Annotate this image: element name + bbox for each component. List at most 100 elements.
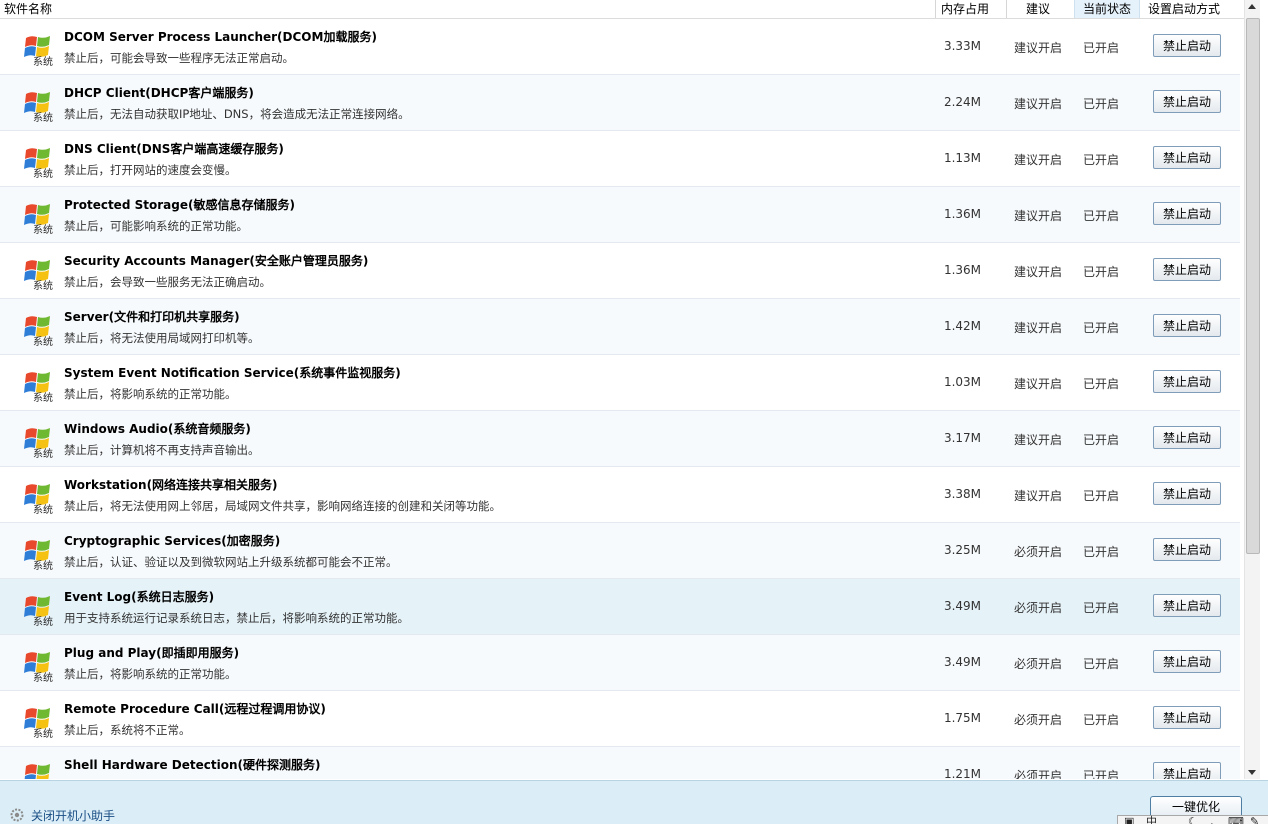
icon-label: 系统	[33, 503, 53, 514]
disable-startup-button[interactable]: 禁止启动	[1153, 202, 1221, 225]
icon-label: 系统	[33, 391, 53, 402]
service-row[interactable]: 系统 DCOM Server Process Launcher(DCOM加载服务…	[0, 19, 1240, 75]
disable-startup-button[interactable]: 禁止启动	[1153, 762, 1221, 779]
current-status: 已开启	[1082, 153, 1119, 167]
service-description: 禁止后，可能会导致一些程序无法正常启动。	[64, 51, 294, 65]
service-row[interactable]: 系统 Server(文件和打印机共享服务) 禁止后，将无法使用局域网打印机等。 …	[0, 299, 1240, 355]
windows-system-icon: 系统	[24, 36, 53, 66]
recommendation: 建议开启	[1013, 377, 1062, 391]
service-row[interactable]: 系统 Security Accounts Manager(安全账户管理员服务) …	[0, 243, 1240, 299]
service-description: 禁止后，将无法使用局域网打印机等。	[64, 331, 260, 345]
service-row[interactable]: 系统 Cryptographic Services(加密服务) 禁止后，认证、验…	[0, 523, 1240, 579]
ime-punctuation-icon[interactable]: ,	[1210, 816, 1214, 824]
memory-usage: 1.03M	[943, 375, 982, 389]
service-name: DHCP Client(DHCP客户端服务)	[64, 86, 254, 100]
vertical-scrollbar[interactable]	[1244, 0, 1260, 779]
disable-startup-button[interactable]: 禁止启动	[1153, 146, 1221, 169]
header-divider	[1006, 0, 1007, 18]
service-row[interactable]: 系统 Windows Audio(系统音频服务) 禁止后，计算机将不再支持声音输…	[0, 411, 1240, 467]
disable-startup-button[interactable]: 禁止启动	[1153, 258, 1221, 281]
service-description: 禁止后，系统将不正常。	[64, 723, 191, 737]
service-name: Cryptographic Services(加密服务)	[64, 534, 281, 548]
disable-startup-button[interactable]: 禁止启动	[1153, 706, 1221, 729]
memory-usage: 3.25M	[943, 543, 982, 557]
windows-system-icon: 系统	[24, 428, 53, 458]
recommendation: 必须开启	[1013, 601, 1062, 615]
memory-usage: 1.36M	[943, 207, 982, 221]
ime-keyboard-icon[interactable]: ⌨	[1228, 816, 1244, 824]
service-row[interactable]: 系统 Workstation(网络连接共享相关服务) 禁止后，将无法使用网上邻居…	[0, 467, 1240, 523]
icon-label: 系统	[33, 335, 53, 346]
service-name: DNS Client(DNS客户端高速缓存服务)	[64, 142, 284, 156]
service-row[interactable]: 系统 DNS Client(DNS客户端高速缓存服务) 禁止后，打开网站的速度会…	[0, 131, 1240, 187]
ime-moon-icon[interactable]: ☾	[1188, 816, 1198, 824]
service-row[interactable]: 系统 DHCP Client(DHCP客户端服务) 禁止后，无法自动获取IP地址…	[0, 75, 1240, 131]
windows-system-icon: 系统	[24, 764, 50, 779]
disable-startup-button[interactable]: 禁止启动	[1153, 538, 1221, 561]
memory-usage: 2.24M	[943, 95, 982, 109]
recommendation: 必须开启	[1013, 545, 1062, 559]
header-memory[interactable]: 内存占用	[941, 0, 989, 18]
windows-system-icon: 系统	[24, 204, 53, 234]
service-name: Security Accounts Manager(安全账户管理员服务)	[64, 254, 369, 268]
header-divider	[935, 0, 936, 18]
service-name: Shell Hardware Detection(硬件探测服务)	[64, 758, 321, 772]
disable-startup-button[interactable]: 禁止启动	[1153, 90, 1221, 113]
icon-label: 系统	[33, 727, 53, 738]
windows-system-icon: 系统	[24, 484, 53, 514]
recommendation: 必须开启	[1013, 713, 1062, 727]
recommendation: 必须开启	[1013, 657, 1062, 671]
current-status: 已开启	[1082, 209, 1119, 223]
header-software-name[interactable]: 软件名称	[4, 0, 52, 18]
ime-tool-icon[interactable]: ✎	[1250, 816, 1259, 824]
recommendation: 建议开启	[1013, 41, 1062, 55]
disable-startup-button[interactable]: 禁止启动	[1153, 34, 1221, 57]
recommendation: 建议开启	[1013, 209, 1062, 223]
ime-toolbar[interactable]: ▣ 中 ☾ , ⌨ ✎	[1117, 815, 1268, 824]
current-status: 已开启	[1082, 769, 1119, 779]
icon-label: 系统	[33, 223, 53, 234]
service-row[interactable]: 系统 Plug and Play(即插即用服务) 禁止后，将影响系统的正常功能。…	[0, 635, 1240, 691]
disable-startup-button[interactable]: 禁止启动	[1153, 370, 1221, 393]
header-startup-mode[interactable]: 设置启动方式	[1148, 0, 1220, 18]
service-row[interactable]: 系统 Protected Storage(敏感信息存储服务) 禁止后，可能影响系…	[0, 187, 1240, 243]
disable-startup-button[interactable]: 禁止启动	[1153, 482, 1221, 505]
current-status: 已开启	[1082, 545, 1119, 559]
icon-label: 系统	[33, 55, 53, 66]
current-status: 已开启	[1082, 601, 1119, 615]
service-name: Server(文件和打印机共享服务)	[64, 310, 240, 324]
scroll-down-arrow-icon[interactable]	[1248, 770, 1256, 775]
scroll-thumb[interactable]	[1246, 18, 1260, 554]
disable-startup-button[interactable]: 禁止启动	[1153, 650, 1221, 673]
memory-usage: 1.21M	[943, 767, 982, 779]
service-description: 禁止后，可能影响系统的正常功能。	[64, 219, 248, 233]
recommendation: 建议开启	[1013, 489, 1062, 503]
service-row[interactable]: 系统 Shell Hardware Detection(硬件探测服务) 1.21…	[0, 747, 1240, 779]
scroll-up-arrow-icon[interactable]	[1248, 4, 1256, 9]
service-row[interactable]: 系统 Event Log(系统日志服务) 用于支持系统运行记录系统日志，禁止后，…	[0, 579, 1240, 635]
disable-startup-button[interactable]: 禁止启动	[1153, 594, 1221, 617]
icon-label: 系统	[33, 559, 53, 570]
current-status: 已开启	[1082, 713, 1119, 727]
memory-usage: 1.75M	[943, 711, 982, 725]
gear-icon	[10, 808, 24, 822]
ime-language[interactable]: 中	[1146, 816, 1157, 824]
header-status[interactable]: 当前状态	[1074, 0, 1140, 18]
recommendation: 建议开启	[1013, 97, 1062, 111]
ime-menu-icon[interactable]: ▣	[1124, 816, 1134, 824]
header-recommend[interactable]: 建议	[1026, 0, 1050, 18]
current-status: 已开启	[1082, 489, 1119, 503]
close-startup-helper-link[interactable]: 关闭开机小助手	[31, 807, 115, 824]
memory-usage: 1.13M	[943, 151, 982, 165]
service-row[interactable]: 系统 System Event Notification Service(系统事…	[0, 355, 1240, 411]
windows-system-icon: 系统	[24, 372, 53, 402]
service-name: Event Log(系统日志服务)	[64, 590, 215, 604]
service-description: 禁止后，无法自动获取IP地址、DNS，将会造成无法正常连接网络。	[64, 107, 410, 121]
current-status: 已开启	[1082, 433, 1119, 447]
recommendation: 建议开启	[1013, 153, 1062, 167]
disable-startup-button[interactable]: 禁止启动	[1153, 426, 1221, 449]
disable-startup-button[interactable]: 禁止启动	[1153, 314, 1221, 337]
recommendation: 建议开启	[1013, 433, 1062, 447]
current-status: 已开启	[1082, 377, 1119, 391]
service-row[interactable]: 系统 Remote Procedure Call(远程过程调用协议) 禁止后，系…	[0, 691, 1240, 747]
